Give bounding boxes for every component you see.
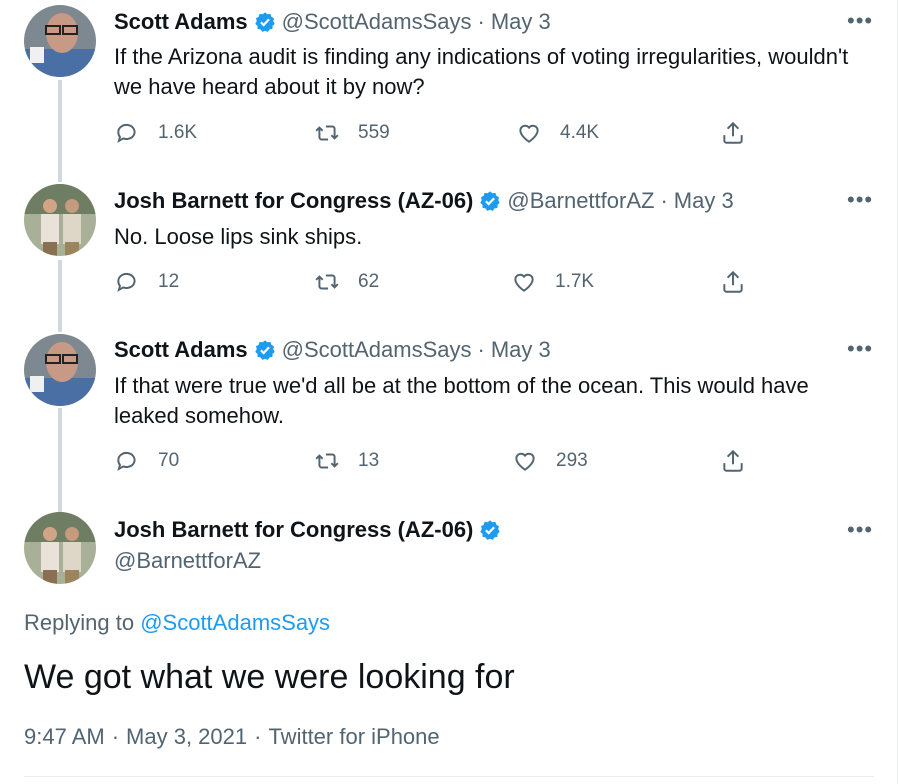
author-handle[interactable]: @BarnettforAZ xyxy=(507,188,654,214)
separator: · xyxy=(477,337,485,362)
retweet-button[interactable]: 559 xyxy=(314,120,390,146)
tweet-date[interactable]: May 3 xyxy=(491,337,551,363)
more-options-icon[interactable]: ••• xyxy=(847,519,873,541)
retweet-count: 62 xyxy=(358,271,380,292)
heart-icon xyxy=(514,273,534,292)
retweet-count: 559 xyxy=(358,122,390,143)
main-tweet-text: We got what we were looking for xyxy=(24,658,515,696)
reply-count: 1.6K xyxy=(158,122,198,143)
reply-button[interactable]: 1.6K xyxy=(114,120,197,146)
verified-badge-icon xyxy=(254,12,275,32)
author-name[interactable]: Josh Barnett for Congress (AZ-06) xyxy=(114,188,473,214)
heart-icon xyxy=(515,452,535,471)
verified-badge-icon xyxy=(480,191,501,211)
tweet-meta: 9:47 AM · May 3, 2021 · Twitter for iPhone xyxy=(24,724,440,750)
avatar-josh-barnett[interactable] xyxy=(24,512,96,584)
author-name[interactable]: Scott Adams xyxy=(114,9,248,35)
tweet-actions: 70 13 293 xyxy=(114,448,874,478)
like-count: 4.4K xyxy=(560,122,600,143)
verified-badge-icon xyxy=(480,520,501,540)
author-handle[interactable]: @ScottAdamsSays xyxy=(282,337,472,363)
retweet-icon xyxy=(315,125,339,141)
retweet-icon xyxy=(315,453,339,469)
more-options-icon[interactable]: ••• xyxy=(847,189,873,211)
retweet-button[interactable]: 62 xyxy=(314,269,379,295)
heart-icon xyxy=(519,124,539,143)
share-icon xyxy=(723,121,743,144)
retweet-count: 13 xyxy=(358,450,380,471)
thread-line xyxy=(58,408,62,512)
thread-line xyxy=(58,80,62,182)
retweet-button[interactable]: 13 xyxy=(314,448,379,474)
tweet-source[interactable]: Twitter for iPhone xyxy=(268,724,439,749)
tweet-full-date[interactable]: May 3, 2021 xyxy=(126,724,247,749)
replying-to-link[interactable]: @ScottAdamsSays xyxy=(140,610,330,635)
like-button[interactable]: 293 xyxy=(512,448,588,474)
share-button[interactable] xyxy=(720,448,764,474)
like-button[interactable]: 4.4K xyxy=(516,120,599,146)
verified-badge-icon xyxy=(254,340,275,360)
tweet-time[interactable]: 9:47 AM xyxy=(24,724,105,749)
separator: · xyxy=(111,724,120,749)
reply-icon xyxy=(117,452,136,471)
more-options-icon[interactable]: ••• xyxy=(847,338,873,360)
author-handle[interactable]: @ScottAdamsSays xyxy=(282,9,472,35)
tweet-date[interactable]: May 3 xyxy=(674,188,734,214)
separator: · xyxy=(254,724,262,749)
tweet-text: If that were true we'd all be at the bot… xyxy=(114,373,809,428)
separator: · xyxy=(660,188,668,213)
tweet-date[interactable]: May 3 xyxy=(491,9,551,35)
tweet-text: No. Loose lips sink ships. xyxy=(114,224,363,249)
like-count: 293 xyxy=(556,450,588,471)
author-handle[interactable]: @BarnettforAZ xyxy=(114,548,261,574)
author-name[interactable]: Scott Adams xyxy=(114,337,248,363)
tweet-text: If the Arizona audit is finding any indi… xyxy=(114,44,849,99)
more-options-icon[interactable]: ••• xyxy=(847,10,873,32)
reply-icon xyxy=(117,124,136,143)
replying-to: Replying to @ScottAdamsSays xyxy=(24,610,330,636)
avatar-scott-adams[interactable] xyxy=(24,334,96,406)
share-icon xyxy=(723,449,743,472)
avatar-josh-barnett[interactable] xyxy=(24,184,96,256)
separator: · xyxy=(477,9,485,34)
divider xyxy=(24,776,874,777)
share-button[interactable] xyxy=(720,269,764,295)
like-count: 1.7K xyxy=(555,271,595,292)
tweet-actions: 1.6K 559 4.4K xyxy=(114,120,874,150)
reply-button[interactable]: 70 xyxy=(114,448,179,474)
replying-prefix: Replying to xyxy=(24,610,135,635)
like-button[interactable]: 1.7K xyxy=(511,269,594,295)
avatar-scott-adams[interactable] xyxy=(24,5,96,77)
share-icon xyxy=(723,270,743,293)
tweet-actions: 12 62 1.7K xyxy=(114,269,874,299)
thread-line xyxy=(58,260,62,332)
retweet-icon xyxy=(315,274,339,290)
reply-icon xyxy=(117,273,136,292)
author-name[interactable]: Josh Barnett for Congress (AZ-06) xyxy=(114,517,473,543)
reply-count: 12 xyxy=(158,271,180,292)
share-button[interactable] xyxy=(720,120,764,146)
reply-count: 70 xyxy=(158,450,180,471)
reply-button[interactable]: 12 xyxy=(114,269,179,295)
